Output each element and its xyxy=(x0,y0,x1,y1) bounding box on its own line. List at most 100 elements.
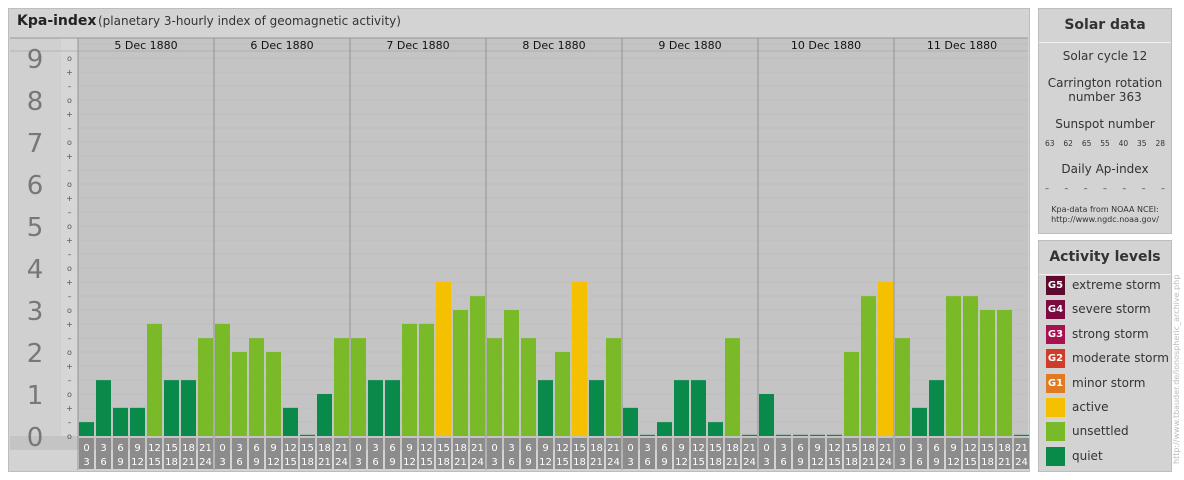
sunspot-value: 40 xyxy=(1118,139,1129,148)
kp-bar xyxy=(181,380,196,436)
solar-data-panel: Solar data Solar cycle 12 Carrington rot… xyxy=(1038,8,1172,234)
kp-bar xyxy=(895,338,910,436)
minor-tick-label: + xyxy=(66,110,73,119)
day-label: 9 Dec 1880 xyxy=(658,39,721,52)
kp-bar xyxy=(810,434,825,436)
interval-start-label: 3 xyxy=(508,443,514,454)
kp-bar xyxy=(198,338,213,436)
interval-start-label: 15 xyxy=(301,443,314,454)
interval-start-label: 6 xyxy=(389,443,395,454)
ap-values: – – – – – – – xyxy=(1039,184,1171,193)
day-label: 8 Dec 1880 xyxy=(522,39,585,52)
kp-bar xyxy=(436,281,451,436)
interval-end-label: 18 xyxy=(709,457,722,468)
interval-start-label: 6 xyxy=(661,443,667,454)
minor-tick-label: + xyxy=(66,68,73,77)
interval-start-label: 18 xyxy=(726,443,739,454)
sunspot-value: 28 xyxy=(1155,139,1165,148)
interval-start-label: 0 xyxy=(899,443,905,454)
interval-end-label: 3 xyxy=(491,457,497,468)
interval-end-label: 9 xyxy=(117,457,123,468)
interval-end-label: 12 xyxy=(947,457,960,468)
interval-end-label: 6 xyxy=(916,457,922,468)
interval-start-label: 21 xyxy=(879,443,892,454)
ap-value: – xyxy=(1160,184,1165,193)
kp-bar xyxy=(96,380,111,436)
interval-start-label: 0 xyxy=(763,443,769,454)
kp-bar xyxy=(130,407,145,436)
interval-start-label: 12 xyxy=(420,443,433,454)
kp-band-dark xyxy=(10,155,1028,198)
legend-swatch xyxy=(1046,446,1065,466)
minor-tick-label: + xyxy=(66,320,73,329)
kp-bar xyxy=(334,338,349,436)
interval-start-label: 0 xyxy=(627,443,633,454)
minor-tick-label: – xyxy=(68,418,72,427)
legend-swatch xyxy=(1046,397,1065,417)
interval-start-label: 21 xyxy=(199,443,212,454)
kp-bar xyxy=(708,422,723,436)
ap-value: – xyxy=(1045,184,1049,193)
interval-start-label: 18 xyxy=(862,443,875,454)
interval-end-label: 24 xyxy=(471,457,484,468)
interval-end-label: 21 xyxy=(862,457,875,468)
interval-start-label: 15 xyxy=(165,443,178,454)
legend-item-g5: G5 extreme storm xyxy=(1046,275,1161,295)
interval-start-label: 15 xyxy=(845,443,858,454)
interval-end-label: 15 xyxy=(148,457,161,468)
interval-end-label: 6 xyxy=(236,457,242,468)
y-tick-label: 1 xyxy=(27,381,44,411)
kp-bar xyxy=(351,338,366,436)
interval-start-label: 18 xyxy=(590,443,603,454)
interval-start-label: 21 xyxy=(743,443,756,454)
kp-bar xyxy=(606,338,621,436)
legend-label: strong storm xyxy=(1072,327,1149,341)
interval-end-label: 15 xyxy=(964,457,977,468)
y-tick-label: 9 xyxy=(27,45,44,75)
interval-start-label: 6 xyxy=(797,443,803,454)
interval-end-label: 6 xyxy=(780,457,786,468)
kp-bar xyxy=(776,434,791,436)
minor-tick-label: o xyxy=(67,222,72,231)
legend-item-g4: G4 severe storm xyxy=(1046,299,1151,319)
kp-bar xyxy=(453,310,468,436)
ap-value: – xyxy=(1064,184,1069,193)
interval-start-label: 18 xyxy=(318,443,331,454)
interval-end-label: 6 xyxy=(644,457,650,468)
interval-start-label: 18 xyxy=(182,443,195,454)
interval-start-label: 0 xyxy=(491,443,497,454)
solar-title-divider xyxy=(1039,42,1171,43)
kp-bar xyxy=(691,380,706,436)
interval-start-label: 12 xyxy=(828,443,841,454)
kp-bar xyxy=(487,338,502,436)
minor-tick-label: + xyxy=(66,194,73,203)
data-credit: Kpa-data from NOAA NCEI: http://www.ngdc… xyxy=(1039,205,1171,225)
interval-start-label: 6 xyxy=(253,443,259,454)
interval-start-label: 9 xyxy=(406,443,412,454)
kp-bar xyxy=(1014,434,1029,436)
kp-bar xyxy=(113,407,128,436)
y-tick-label: 8 xyxy=(27,87,44,117)
interval-start-label: 6 xyxy=(525,443,531,454)
minor-tick-label: o xyxy=(67,138,72,147)
interval-start-label: 12 xyxy=(284,443,297,454)
interval-end-label: 9 xyxy=(933,457,939,468)
kp-bar xyxy=(402,323,417,436)
interval-start-label: 21 xyxy=(607,443,620,454)
activity-levels-panel: Activity levels G5 extreme storm G4 seve… xyxy=(1038,240,1172,472)
kp-bar xyxy=(385,380,400,436)
ap-value: – xyxy=(1102,184,1107,193)
interval-end-label: 24 xyxy=(879,457,892,468)
kp-bar xyxy=(521,338,536,436)
legend-item-unsettled: unsettled xyxy=(1046,421,1129,441)
interval-end-label: 18 xyxy=(437,457,450,468)
interval-end-label: 15 xyxy=(284,457,297,468)
day-label: 7 Dec 1880 xyxy=(386,39,449,52)
day-label: 5 Dec 1880 xyxy=(114,39,177,52)
kp-bar xyxy=(572,281,587,436)
minor-tick-label: o xyxy=(67,432,72,441)
legend-swatch: G5 xyxy=(1046,275,1065,295)
kp-bar xyxy=(538,380,553,436)
minor-tick-label: – xyxy=(68,124,72,133)
interval-end-label: 9 xyxy=(389,457,395,468)
